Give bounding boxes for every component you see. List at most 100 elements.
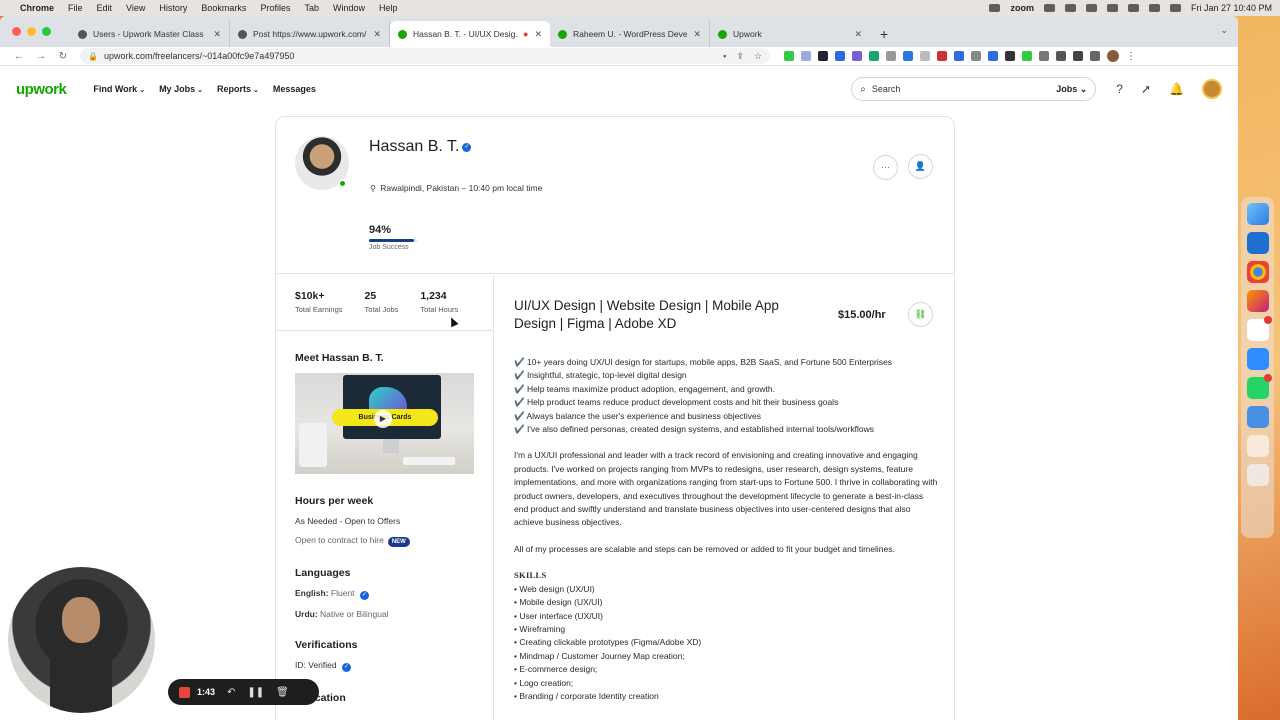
bookmark-star-icon[interactable]: ☆ bbox=[754, 51, 762, 62]
notifications-bell-icon[interactable]: 🔔 bbox=[1169, 82, 1184, 96]
whatsapp-icon[interactable] bbox=[1246, 374, 1272, 399]
extension-icon[interactable] bbox=[920, 51, 930, 61]
trash-icon[interactable]: 🗑 bbox=[276, 687, 289, 698]
back-icon[interactable]: ← bbox=[8, 51, 30, 62]
chrome-icon[interactable] bbox=[1246, 261, 1269, 283]
play-icon[interactable]: ▶ bbox=[374, 410, 392, 428]
extension-icon[interactable] bbox=[886, 51, 896, 61]
extension-icon[interactable] bbox=[818, 51, 828, 61]
close-window-button[interactable] bbox=[12, 27, 21, 36]
camera-icon[interactable]: ▪ bbox=[723, 51, 726, 62]
upwork-logo[interactable]: upwork bbox=[16, 81, 67, 98]
close-tab-icon[interactable]: ✕ bbox=[373, 29, 381, 40]
close-tab-icon[interactable]: ✕ bbox=[534, 29, 542, 40]
extension-icon[interactable] bbox=[784, 51, 794, 61]
extension-icon[interactable] bbox=[937, 51, 947, 61]
menu-edit[interactable]: Edit bbox=[97, 3, 113, 13]
menu-app-name[interactable]: Chrome bbox=[20, 3, 54, 13]
menu-profiles[interactable]: Profiles bbox=[260, 3, 290, 13]
extension-icon[interactable] bbox=[801, 51, 811, 61]
extension-icon[interactable] bbox=[971, 51, 981, 61]
pause-icon[interactable]: ❚❚ bbox=[247, 687, 264, 698]
menu-history[interactable]: History bbox=[159, 3, 187, 13]
user-avatar[interactable] bbox=[1202, 79, 1222, 99]
restart-icon[interactable]: ↶ bbox=[227, 687, 235, 698]
menu-view[interactable]: View bbox=[126, 3, 145, 13]
zoom-menu-item[interactable]: zoom bbox=[1010, 3, 1034, 13]
vscode-icon[interactable] bbox=[1246, 232, 1269, 254]
puzzle-icon[interactable] bbox=[1073, 51, 1083, 61]
microphone-icon[interactable] bbox=[989, 4, 1001, 12]
extension-icon[interactable] bbox=[869, 51, 879, 61]
extension-icon[interactable] bbox=[1039, 51, 1049, 61]
extension-icon[interactable] bbox=[1005, 51, 1015, 61]
window-controls bbox=[12, 27, 51, 36]
battery-icon[interactable] bbox=[1127, 4, 1139, 12]
wifi-icon[interactable] bbox=[1106, 4, 1118, 12]
verified-badge-icon: ✓ bbox=[341, 663, 351, 672]
search-input[interactable]: ⌕ Search Jobs ⌄ bbox=[851, 77, 1097, 101]
tab-search-icon[interactable]: ⌄ bbox=[1220, 25, 1228, 36]
share-icon[interactable]: ⇪ bbox=[736, 51, 744, 62]
trash-icon[interactable] bbox=[1246, 464, 1269, 486]
slack-icon[interactable] bbox=[1246, 316, 1272, 341]
close-tab-icon[interactable]: ✕ bbox=[854, 29, 862, 40]
nav-messages[interactable]: Messages bbox=[273, 84, 316, 94]
profile-avatar[interactable] bbox=[1107, 50, 1119, 62]
copy-link-button[interactable]: ⛓ bbox=[908, 302, 933, 327]
sidebar-icon[interactable] bbox=[1090, 51, 1100, 61]
close-tab-icon[interactable]: ✕ bbox=[693, 29, 701, 40]
extension-icon[interactable] bbox=[988, 51, 998, 61]
finder-icon[interactable] bbox=[1246, 203, 1269, 225]
kebab-menu-icon[interactable]: ⋮ bbox=[1126, 51, 1136, 62]
volume-icon[interactable] bbox=[1085, 4, 1097, 12]
menu-file[interactable]: File bbox=[68, 3, 83, 13]
minimize-window-button[interactable] bbox=[27, 27, 36, 36]
browser-tab[interactable]: Users - Upwork Master Class ✕ bbox=[70, 21, 230, 47]
extension-icon[interactable] bbox=[835, 51, 845, 61]
direct-contracts-icon[interactable]: ➚ bbox=[1141, 82, 1151, 96]
extension-icon[interactable] bbox=[954, 51, 964, 61]
menu-clock[interactable]: Fri Jan 27 10:40 PM bbox=[1191, 3, 1272, 13]
menu-tab[interactable]: Tab bbox=[304, 3, 319, 13]
search-scope-dropdown[interactable]: Jobs ⌄ bbox=[1056, 84, 1087, 95]
search-icon[interactable] bbox=[1148, 4, 1160, 12]
browser-tab-active[interactable]: Hassan B. T. - UI/UX Desig... ● ✕ bbox=[390, 21, 550, 47]
browser-tab[interactable]: Post https://www.upwork.com/... ✕ bbox=[230, 21, 390, 47]
extension-icon[interactable] bbox=[1022, 51, 1032, 61]
nav-my-jobs[interactable]: My Jobs ⌄ bbox=[159, 84, 203, 94]
firefox-icon[interactable] bbox=[1246, 290, 1269, 312]
extension-icon[interactable] bbox=[1056, 51, 1066, 61]
extension-icon[interactable] bbox=[903, 51, 913, 61]
zoom-app-icon[interactable] bbox=[1246, 348, 1269, 370]
downloads-stack-icon[interactable] bbox=[1246, 435, 1269, 457]
close-tab-icon[interactable]: ✕ bbox=[213, 29, 221, 40]
intro-video-thumbnail[interactable]: Business Cards ▶ bbox=[295, 373, 474, 474]
stop-recording-button[interactable] bbox=[179, 686, 190, 698]
menu-bookmarks[interactable]: Bookmarks bbox=[201, 3, 246, 13]
invite-to-team-button[interactable]: 👤 bbox=[908, 154, 933, 179]
menu-help[interactable]: Help bbox=[379, 3, 398, 13]
address-bar[interactable]: 🔒 upwork.com/freelancers/~014a00fc9e7a49… bbox=[80, 48, 770, 64]
browser-tab[interactable]: Raheem U. - WordPress Devel... ✕ bbox=[550, 21, 710, 47]
zoom-window-button[interactable] bbox=[42, 27, 51, 36]
menu-window[interactable]: Window bbox=[333, 3, 365, 13]
help-icon[interactable]: ? bbox=[1116, 82, 1123, 96]
browser-tab[interactable]: Upwork ✕ bbox=[710, 21, 870, 47]
reload-icon[interactable]: ↻ bbox=[52, 51, 74, 62]
extension-icon[interactable] bbox=[852, 51, 862, 61]
control-center-icon[interactable] bbox=[1169, 4, 1181, 12]
nav-reports[interactable]: Reports ⌄ bbox=[217, 84, 259, 94]
mail-icon[interactable] bbox=[1246, 406, 1269, 428]
status-icon[interactable] bbox=[1064, 4, 1076, 12]
more-options-button[interactable]: ⋯ bbox=[873, 155, 898, 180]
status-icon[interactable] bbox=[1043, 4, 1055, 12]
new-tab-icon[interactable]: + bbox=[880, 26, 888, 42]
lock-icon[interactable]: 🔒 bbox=[88, 52, 98, 61]
id-verification-row: ID: Verified ✓ bbox=[295, 660, 474, 672]
job-success-bar bbox=[369, 239, 417, 242]
tab-favicon-icon bbox=[718, 29, 727, 39]
forward-icon[interactable]: → bbox=[30, 51, 52, 62]
address-url[interactable]: upwork.com/freelancers/~014a00fc9e7a4979… bbox=[104, 51, 294, 61]
nav-find-work[interactable]: Find Work ⌄ bbox=[93, 84, 145, 94]
